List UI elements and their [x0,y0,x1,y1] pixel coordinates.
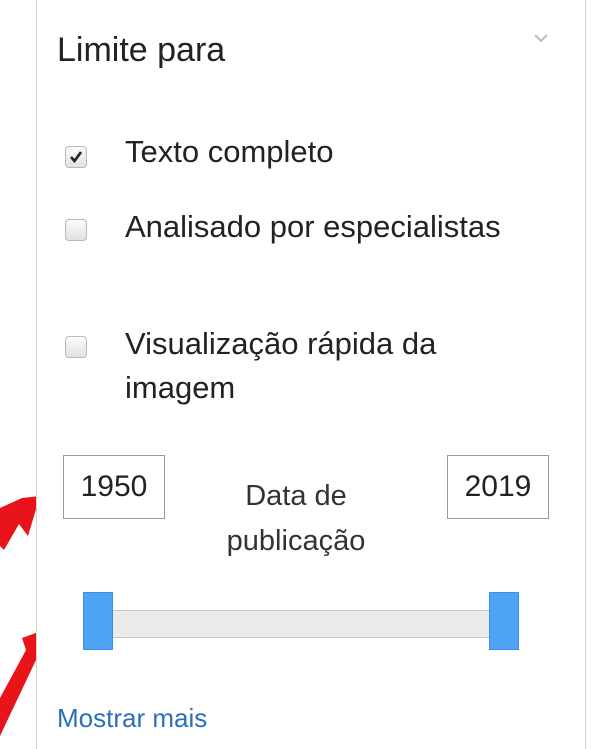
start-year-input[interactable] [63,455,165,519]
image-quick-view-label: Visualização rápida da imagem [125,326,437,405]
publication-date-label: Data de publicação [226,480,366,557]
peer-reviewed-label: Analisado por especialistas [125,209,501,244]
filter-peer-reviewed[interactable]: Analisado por especialistas [65,205,535,295]
panel-title: Limite para [57,31,226,69]
date-range-slider-track[interactable] [97,610,505,638]
checkmark-icon [70,151,83,164]
show-more-link[interactable]: Mostrar mais [57,700,207,736]
image-quick-view-checkbox[interactable] [65,336,87,358]
slider-start-handle[interactable] [83,592,113,650]
peer-reviewed-checkbox[interactable] [65,219,87,241]
end-year-input[interactable] [447,455,549,519]
full-text-checkbox[interactable] [65,146,87,168]
full-text-label: Texto completo [125,134,334,169]
filter-image-quick-view[interactable]: Visualização rápida da imagem [65,322,535,412]
filter-full-text[interactable]: Texto completo [65,130,535,180]
slider-end-handle[interactable] [489,592,519,650]
chevron-down-icon[interactable] [533,32,549,44]
limit-filter-panel: Limite para Texto completo Analisado por… [36,0,586,749]
